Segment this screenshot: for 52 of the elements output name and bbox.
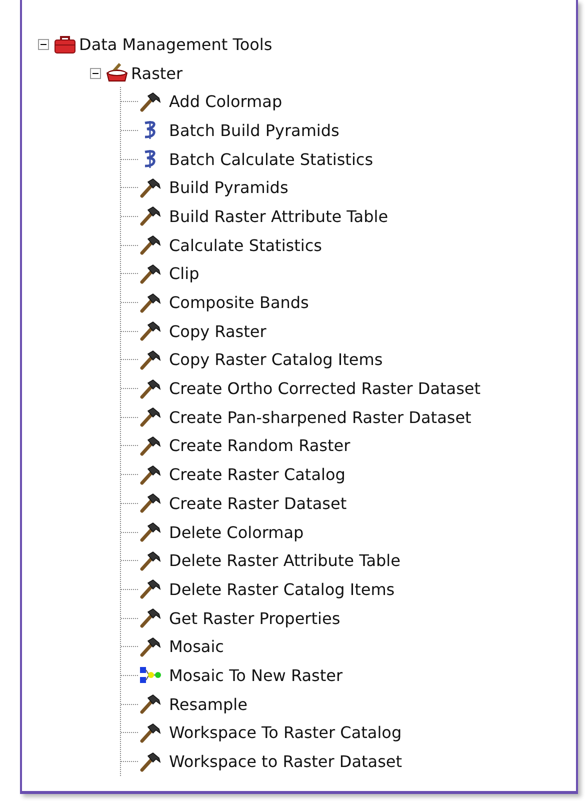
hammer-icon bbox=[139, 378, 161, 399]
tree-item-label[interactable]: Delete Raster Catalog Items bbox=[169, 580, 395, 599]
hammer-icon bbox=[139, 178, 161, 198]
hammer-icon bbox=[139, 694, 161, 714]
tree-item-label[interactable]: Add Colormap bbox=[169, 92, 282, 112]
tree-item-label[interactable]: Resample bbox=[169, 694, 248, 714]
tree-item-label[interactable]: Build Raster Attribute Table bbox=[169, 206, 388, 226]
tree-item-label[interactable]: Delete Colormap bbox=[169, 522, 304, 542]
tree-item-label[interactable]: Clip bbox=[169, 264, 200, 284]
hammer-icon bbox=[139, 464, 161, 485]
tree-item-label[interactable]: Create Raster Catalog bbox=[169, 465, 346, 484]
collapse-toggle[interactable] bbox=[38, 38, 49, 50]
model-icon bbox=[139, 665, 161, 686]
tree-item-label[interactable]: Calculate Statistics bbox=[169, 236, 322, 255]
tree-item-label[interactable]: Workspace To Raster Catalog bbox=[169, 723, 402, 742]
hammer-icon bbox=[139, 493, 161, 514]
hammer-icon bbox=[139, 92, 161, 112]
hammer-icon bbox=[139, 522, 161, 542]
tree-item-label[interactable]: Delete Raster Attribute Table bbox=[169, 551, 400, 570]
hammer-icon bbox=[139, 579, 161, 600]
hammer-icon bbox=[139, 752, 161, 772]
hammer-icon bbox=[139, 292, 161, 313]
tree-item-label[interactable]: Data Management Tools bbox=[79, 34, 272, 54]
tree-item-label[interactable]: Workspace to Raster Dataset bbox=[169, 752, 402, 772]
hammer-icon bbox=[139, 722, 161, 743]
tree-item-label[interactable]: Create Ortho Corrected Raster Dataset bbox=[169, 379, 481, 398]
hammer-icon bbox=[139, 608, 161, 628]
hammer-icon bbox=[139, 407, 161, 428]
tree-item-label[interactable]: Copy Raster bbox=[169, 322, 266, 341]
hammer-icon bbox=[139, 550, 161, 571]
hammer-icon bbox=[139, 321, 161, 342]
hammer-icon bbox=[139, 636, 161, 657]
tree-item-label[interactable]: Get Raster Properties bbox=[169, 608, 340, 628]
tree-item-label[interactable]: Create Pan-sharpened Raster Dataset bbox=[169, 408, 472, 427]
tree-item-label[interactable]: Batch Build Pyramids bbox=[169, 120, 340, 140]
tree-item-label[interactable]: Build Pyramids bbox=[169, 178, 288, 198]
hammer-icon bbox=[139, 436, 161, 456]
tree-item-label[interactable]: Raster bbox=[131, 64, 183, 83]
toolset-icon bbox=[106, 63, 128, 84]
tree-item-label[interactable]: Create Random Raster bbox=[169, 436, 350, 456]
tree-item-label[interactable]: Composite Bands bbox=[169, 293, 309, 312]
hammer-icon bbox=[139, 206, 161, 226]
hammer-icon bbox=[139, 235, 161, 256]
tree-item-label[interactable]: Copy Raster Catalog Items bbox=[169, 350, 383, 370]
hammer-icon bbox=[139, 264, 161, 284]
tree-item-label[interactable]: Mosaic bbox=[169, 637, 224, 656]
collapse-toggle[interactable] bbox=[90, 68, 101, 79]
hammer-icon bbox=[139, 350, 161, 370]
tree-item-label[interactable]: Create Raster Dataset bbox=[169, 494, 347, 513]
tree-item-label[interactable]: Mosaic To New Raster bbox=[169, 666, 343, 685]
tree-item-label[interactable]: Batch Calculate Statistics bbox=[169, 150, 374, 169]
toolbox-icon bbox=[54, 34, 76, 54]
